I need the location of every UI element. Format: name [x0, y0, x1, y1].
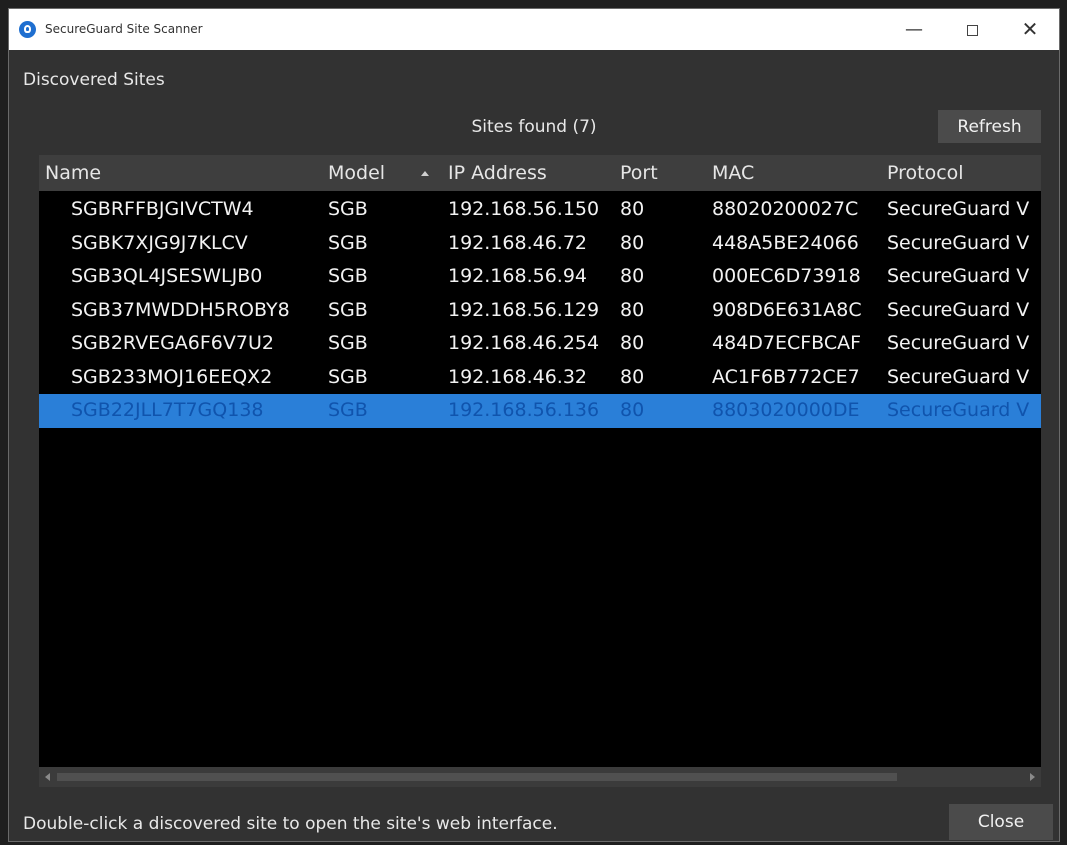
cell-name: SGBRFFBJGIVCTW4 — [71, 198, 254, 220]
header-port[interactable]: Port — [620, 162, 658, 184]
cell-mac: 8803020000DE — [712, 399, 860, 421]
cell-model: SGB — [328, 265, 368, 287]
cell-name: SGB3QL4JSESWLJB0 — [71, 265, 263, 287]
header-name[interactable]: Name — [45, 162, 101, 184]
cell-model: SGB — [328, 231, 368, 254]
cell-protocol: SecureGuard V — [887, 298, 1030, 321]
cell-port: 80 — [620, 198, 645, 220]
cell-port: 80 — [620, 365, 645, 388]
scrollbar-thumb[interactable] — [57, 773, 897, 781]
cell-ip: 192.168.56.150 — [448, 198, 600, 220]
header-protocol[interactable]: Protocol — [887, 162, 964, 184]
table-row[interactable]: SGB3QL4JSESWLJB0 SGB 192.168.56.94 80 000EC6… — [39, 260, 1041, 294]
cell-ip: 192.168.46.72 — [448, 231, 588, 254]
header-ip-address[interactable]: IP Address — [448, 162, 547, 184]
cell-port: 80 — [620, 332, 645, 354]
section-title: Discovered Sites — [23, 70, 165, 90]
maximize-icon — [966, 24, 978, 36]
cell-mac: AC1F6B772CE7 — [712, 365, 860, 388]
scroll-left-icon[interactable] — [45, 773, 50, 781]
cell-name: SGB233MOJ16EEQX2 — [71, 365, 273, 388]
cell-mac: 000EC6D73918 — [712, 265, 861, 287]
cell-protocol: SecureGuard V — [887, 399, 1030, 421]
cell-protocol: SecureGuard V — [887, 365, 1030, 388]
cell-model: SGB — [328, 332, 368, 354]
cell-name: SGB2RVEGA6F6V7U2 — [71, 332, 274, 354]
close-window-button[interactable]: ✕ — [1001, 9, 1059, 50]
sort-ascending-icon — [421, 171, 429, 176]
horizontal-scrollbar[interactable] — [39, 767, 1041, 787]
cell-ip: 192.168.46.254 — [448, 332, 600, 354]
status-hint: Double-click a discovered site to open t… — [23, 814, 558, 834]
cell-name: SGBK7XJG9J7KLCV — [71, 231, 248, 254]
sites-found-label: Sites found (7) — [471, 117, 597, 137]
header-mac[interactable]: MAC — [712, 162, 754, 184]
sites-table[interactable]: Name Model IP Address Port MAC Protocol … — [39, 155, 1041, 767]
cell-ip: 192.168.46.32 — [448, 365, 588, 388]
title-bar[interactable]: SecureGuard Site Scanner — ✕ — [9, 9, 1059, 50]
cell-model: SGB — [328, 198, 368, 220]
cell-name: SGB37MWDDH5ROBY8 — [71, 298, 290, 321]
cell-mac: 908D6E631A8C — [712, 298, 862, 321]
table-body: SGBRFFBJGIVCTW4 SGB 192.168.56.150 80 880202… — [39, 193, 1041, 428]
table-row[interactable]: SGBK7XJG9J7KLCV SGB 192.168.46.72 80 448A5BE… — [39, 227, 1041, 261]
window-title: SecureGuard Site Scanner — [45, 22, 203, 36]
cell-model: SGB — [328, 365, 368, 388]
cell-port: 80 — [620, 399, 645, 421]
minimize-icon: — — [905, 19, 923, 40]
shield-app-icon — [19, 21, 36, 38]
scroll-right-icon[interactable] — [1030, 773, 1035, 781]
cell-port: 80 — [620, 265, 645, 287]
cell-port: 80 — [620, 298, 645, 321]
table-header: Name Model IP Address Port MAC Protocol — [39, 155, 1041, 191]
maximize-button[interactable] — [943, 9, 1001, 50]
cell-mac: 448A5BE24066 — [712, 231, 859, 254]
table-row[interactable]: SGB37MWDDH5ROBY8 SGB 192.168.56.129 80 908D6… — [39, 294, 1041, 328]
cell-ip: 192.168.56.129 — [448, 298, 600, 321]
cell-model: SGB — [328, 298, 368, 321]
minimize-button[interactable]: — — [885, 9, 943, 50]
table-row[interactable]: SGB22JLL7T7GQ138 SGB 192.168.56.136 80 88030… — [39, 394, 1041, 428]
table-row[interactable]: SGB233MOJ16EEQX2 SGB 192.168.46.32 80 AC1F6B… — [39, 361, 1041, 395]
cell-name: SGB22JLL7T7GQ138 — [71, 399, 264, 421]
header-model[interactable]: Model — [328, 162, 385, 184]
cell-model: SGB — [328, 399, 368, 421]
close-button[interactable]: Close — [949, 804, 1053, 840]
close-icon: ✕ — [1021, 17, 1039, 41]
cell-ip: 192.168.56.136 — [448, 399, 600, 421]
cell-protocol: SecureGuard V — [887, 231, 1030, 254]
cell-protocol: SecureGuard V — [887, 198, 1030, 220]
scanner-window: SecureGuard Site Scanner — ✕ Discovered … — [8, 8, 1060, 842]
table-row[interactable]: SGB2RVEGA6F6V7U2 SGB 192.168.46.254 80 484D7… — [39, 327, 1041, 361]
cell-ip: 192.168.56.94 — [448, 265, 588, 287]
cell-protocol: SecureGuard V — [887, 332, 1030, 354]
table-row[interactable]: SGBRFFBJGIVCTW4 SGB 192.168.56.150 80 880202… — [39, 193, 1041, 227]
refresh-button[interactable]: Refresh — [938, 110, 1041, 143]
cell-mac: 484D7ECFBCAF — [712, 332, 862, 354]
cell-protocol: SecureGuard V — [887, 265, 1030, 287]
cell-port: 80 — [620, 231, 645, 254]
cell-mac: 88020200027C — [712, 198, 859, 220]
